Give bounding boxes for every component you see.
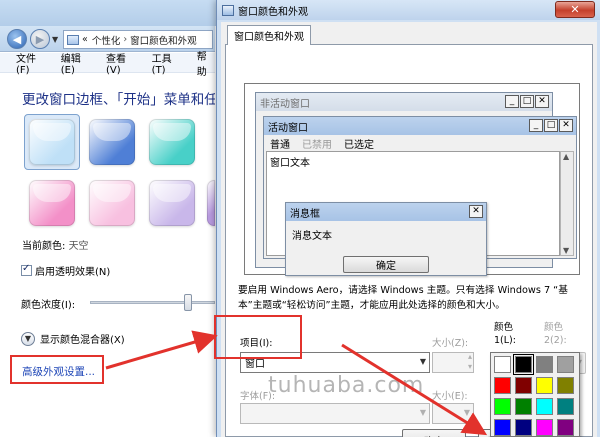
preview-menu-selected[interactable]: 已选定 <box>344 136 374 151</box>
transparency-checkbox-row[interactable]: 启用透明效果(N) <box>21 263 110 278</box>
breadcrumb-item-window-color[interactable]: 窗口颜色和外观 <box>130 33 197 47</box>
preview-inactive-title: 非活动窗口 <box>260 98 310 110</box>
preview-menu-normal[interactable]: 普通 <box>270 136 290 151</box>
font-select[interactable]: ▼ <box>240 403 430 424</box>
dialog-close-button[interactable]: ✕ <box>555 1 595 18</box>
window-icon <box>222 4 234 16</box>
palette-color-cell[interactable] <box>536 419 553 436</box>
palette-color-cell[interactable] <box>557 377 574 394</box>
preview-active-title: 活动窗口 <box>268 122 308 134</box>
palette-color-cell[interactable] <box>513 354 534 375</box>
tab-window-color[interactable]: 窗口颜色和外观 <box>227 25 311 45</box>
back-button[interactable]: ◀ <box>7 29 27 49</box>
color-mixer-toggle[interactable]: ▼ 显示颜色混合器(X) <box>21 331 125 346</box>
palette-color-cell[interactable] <box>536 377 553 394</box>
current-color-label: 当前颜色: <box>22 241 66 252</box>
color-swatch-sky[interactable] <box>29 119 75 165</box>
color1-label: 颜色 1(L): <box>494 322 516 346</box>
menu-file[interactable]: 文件(F) <box>16 50 47 76</box>
color-mixer-label[interactable]: 显示颜色混合器(X) <box>40 331 125 346</box>
chevron-down-icon[interactable]: ▼ <box>21 331 35 346</box>
palette-color-cell[interactable] <box>494 398 511 415</box>
annotation-box-item <box>214 315 302 359</box>
dialog-titlebar: 窗口颜色和外观 ✕ <box>217 0 600 20</box>
intensity-slider-thumb[interactable] <box>184 294 192 311</box>
palette-color-cell[interactable] <box>515 398 532 415</box>
palette-color-cell[interactable] <box>536 356 553 373</box>
transparency-label[interactable]: 启用透明效果(N) <box>35 263 110 278</box>
color-swatch[interactable] <box>149 119 195 165</box>
font-size-label: 大小(E): <box>432 391 468 402</box>
palette-color-cell[interactable] <box>536 398 553 415</box>
arrow-left-icon: ◀ <box>12 32 22 46</box>
menu-tools[interactable]: 工具(T) <box>152 50 183 76</box>
chevron-down-icon: ▼ <box>463 408 470 417</box>
color-swatch[interactable] <box>89 119 135 165</box>
preview-msgbox-text: 消息文本 <box>292 231 332 242</box>
page-title: 更改窗口边框、「开始」菜单和任务栏的颜色 <box>22 92 215 108</box>
maximize-icon: □ <box>520 95 534 108</box>
arrow-right-icon: ▶ <box>35 32 45 46</box>
aero-description: 要启用 Windows Aero，请选择 Windows 主题。只有选择 Win… <box>238 285 568 311</box>
watermark-text: tuhuaba.com <box>268 373 425 398</box>
color-swatch[interactable] <box>29 180 75 226</box>
close-icon: ✕ <box>559 119 573 132</box>
control-panel-icon <box>67 34 79 45</box>
minimize-icon: _ <box>529 119 543 132</box>
current-color: 当前颜色: 天空 <box>22 237 89 252</box>
annotation-box-advanced <box>10 355 104 384</box>
palette-color-cell[interactable] <box>515 377 532 394</box>
intensity-slider-track[interactable] <box>90 301 215 304</box>
appearance-preview[interactable]: 非活动窗口 _ □ ✕ 活动窗口 _ □ ✕ 普通 已禁用 已选定 窗口文本 ▲… <box>244 83 580 276</box>
color-swatch[interactable] <box>149 180 195 226</box>
palette-color-cell[interactable] <box>494 419 511 436</box>
close-icon: ✕ <box>535 95 549 108</box>
current-color-value: 天空 <box>68 241 89 252</box>
ok-button[interactable]: 确定 <box>402 429 466 437</box>
palette-color-cell[interactable] <box>557 419 574 436</box>
color-swatch[interactable] <box>207 180 215 226</box>
palette-color-cell[interactable] <box>494 377 511 394</box>
menu-bar: 文件(F) 编辑(E) 查看(V) 工具(T) 帮助 <box>0 50 215 78</box>
preview-menu: 普通 已禁用 已选定 <box>264 135 576 151</box>
intensity-label: 颜色浓度(I): <box>21 300 76 311</box>
breadcrumb-overflow[interactable]: « <box>82 34 88 45</box>
color-swatch[interactable] <box>89 180 135 226</box>
maximize-icon: □ <box>544 119 558 132</box>
breadcrumb-item-personalization[interactable]: 个性化 <box>92 33 121 47</box>
preview-msgbox-title: 消息框 <box>290 208 320 220</box>
address-bar[interactable]: « 个性化 › 窗口颜色和外观 <box>63 30 213 49</box>
menu-edit[interactable]: 编辑(E) <box>61 50 92 76</box>
transparency-checkbox[interactable] <box>21 263 32 276</box>
palette-color-cell[interactable] <box>494 356 511 373</box>
font-size-select[interactable]: ▼ <box>432 403 474 424</box>
preview-scrollbar[interactable] <box>560 151 574 256</box>
color2-label: 颜色 2(2): <box>544 322 567 346</box>
palette-color-cell[interactable] <box>557 356 574 373</box>
chevron-down-icon: ▼ <box>419 408 426 417</box>
size-spinner[interactable] <box>432 352 474 373</box>
palette-color-cell[interactable] <box>557 398 574 415</box>
close-icon: ✕ <box>469 205 483 218</box>
minimize-icon: _ <box>505 95 519 108</box>
breadcrumb-separator: › <box>123 34 128 45</box>
preview-message-box[interactable]: 消息框 ✕ 消息文本 确定 <box>285 202 487 276</box>
forward-button[interactable]: ▶ <box>30 29 50 49</box>
preview-ok-button[interactable]: 确定 <box>343 256 429 273</box>
dialog-title: 窗口颜色和外观 <box>238 6 308 18</box>
color-palette-popup[interactable] <box>490 352 580 437</box>
navigation-bar: ◀ ▶ ▼ « 个性化 › 窗口颜色和外观 <box>0 26 215 52</box>
menu-view[interactable]: 查看(V) <box>106 50 138 76</box>
size-label: 大小(Z): <box>432 338 469 349</box>
menu-help[interactable]: 帮助 <box>197 48 215 78</box>
palette-color-cell[interactable] <box>515 419 532 436</box>
preview-menu-disabled[interactable]: 已禁用 <box>302 136 332 151</box>
history-dropdown-icon[interactable]: ▼ <box>52 35 58 44</box>
chevron-down-icon: ▼ <box>419 357 426 366</box>
